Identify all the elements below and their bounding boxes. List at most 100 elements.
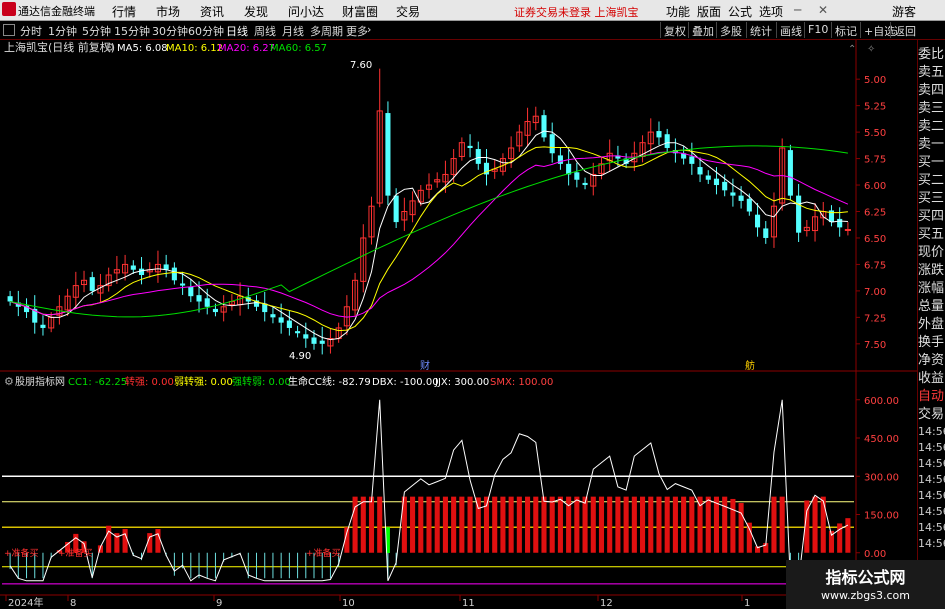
diejia-button[interactable]: 叠加 [688,22,717,38]
menu-zixun[interactable]: 资讯 [200,3,224,20]
chevron-up-icon[interactable]: ⌃ [848,44,856,55]
menu-gongneng[interactable]: 功能 [666,3,690,20]
price-label: 现价 [918,245,945,260]
cc-bar-positive [730,498,736,553]
login-warning[interactable]: 证券交易未登录 上海凯宝 [514,4,639,20]
cc-bar-positive [377,496,383,553]
candle-up [844,228,851,231]
tick-time: 14:56 [918,537,945,550]
kline-chart[interactable]: 上海凯宝(日线 前复权) ⚙ MA5: 6.08 MA10: 6.12 MA20… [0,40,917,609]
ma5-label: MA5: 6.08 [117,43,168,54]
chevron-right-icon[interactable]: › [367,23,371,36]
tab-30min[interactable]: 30分钟 [152,23,188,39]
close-icon[interactable]: ✕ [818,3,828,17]
menu-hangqing[interactable]: 行情 [112,3,136,20]
main-y-tick-label: 6.25 [864,208,886,219]
tongji-button[interactable]: 统计 [746,22,775,38]
indicator-name: 股朋指标网 [15,375,65,388]
cc-bar-positive [549,496,555,553]
main-y-tick-label: 5.75 [864,155,886,166]
huaxian-button[interactable]: 画线 [776,22,805,38]
menu-jiaoyi[interactable]: 交易 [396,3,420,20]
menu-faxian[interactable]: 发现 [244,3,268,20]
f10-button[interactable]: F10 [804,22,831,38]
candle-down [837,218,843,228]
tab-1min[interactable]: 1分钟 [48,23,77,39]
candle-down [467,145,473,148]
candle-down [311,337,317,344]
ind-y-tick-label: 0.00 [864,549,886,560]
shengming-label: 生命CC线: -82.79 [288,375,371,388]
candle-down [385,113,391,196]
candle-down [656,131,662,138]
candle-down [746,198,752,212]
candle-down [89,277,95,291]
cc-bar-positive [681,496,687,553]
event-marker[interactable]: 舫 [745,359,755,372]
tab-fenshi[interactable]: 分时 [20,23,42,39]
candle-down [730,192,736,196]
main-y-tick-label: 7.50 [864,340,886,351]
fuquan-button[interactable]: 复权 [660,22,689,38]
tab-15min[interactable]: 15分钟 [114,23,150,39]
candle-down [130,265,136,270]
watermark-logo: 指标公式网 www.zbgs3.com [786,560,945,609]
cc-bar-positive [738,503,744,553]
cc-bar-positive [623,496,629,553]
menu-caifuquan[interactable]: 财富圈 [342,3,378,20]
menu-wenxiaoda[interactable]: 问小达 [288,3,324,20]
stock-title: 上海凯宝(日线 前复权) [4,40,115,54]
cc-bar-positive [557,496,563,553]
candle-down [278,317,284,323]
tab-month[interactable]: 月线 [282,23,304,39]
menu-shichang[interactable]: 市场 [156,3,180,20]
tick-time: 14:56 [918,425,945,438]
tick-time: 14:56 [918,457,945,470]
tab-60min[interactable]: 60分钟 [188,23,224,39]
tab-more[interactable]: 更多 [346,23,368,39]
cc-bar-positive [640,496,646,553]
biaoji-button[interactable]: 标记 [831,22,860,38]
trade-label[interactable]: 交易 [918,406,945,424]
panel-toggle-icon[interactable] [3,24,15,36]
tab-multi[interactable]: 多周期 [310,23,343,39]
ma60-line [10,145,848,318]
candle-down [541,115,547,138]
chart-settings-icon[interactable]: ✧ [867,44,875,55]
candle-down [713,178,720,186]
x-tick-label: 2024年 [8,596,43,609]
cc-bar-positive [574,496,580,553]
guest-label[interactable]: 游客 [892,3,916,20]
buy3-label: 买三 [918,191,945,206]
minimize-icon[interactable]: ─ [794,3,801,17]
main-y-tick-label: 5.00 [864,75,886,86]
indicator-gear-icon[interactable]: ⚙ [4,375,14,388]
candle-down [582,182,588,186]
tab-week[interactable]: 周线 [254,23,276,39]
financial-report-marker[interactable]: 财 [420,359,430,372]
tab-day[interactable]: 日线 [226,23,248,39]
cc-bar-positive [492,496,498,553]
cc-bar-positive [631,496,637,553]
auto-label[interactable]: 自动 [918,388,945,406]
ind-y-tick-label: 150.00 [864,511,899,522]
x-tick-label: 10 [342,598,355,609]
candle-down [787,150,793,196]
buy2-label: 买二 [918,173,945,188]
smx-label: SMX: 100.00 [490,377,553,388]
menu-gongshi[interactable]: 公式 [728,3,752,20]
candle-down [664,134,670,148]
cc-bar-positive [467,496,473,553]
cc-bar-positive [837,523,843,553]
ind-y-tick-label: 600.00 [864,396,899,407]
settings-gear-icon[interactable]: ⚙ [105,41,115,54]
cc1-label: CC1: -62.25 [68,377,127,388]
cc-bar-positive [508,496,514,553]
candle-down [204,298,210,307]
duogu-button[interactable]: 多股 [716,22,745,38]
menu-xuanxiang[interactable]: 选项 [759,3,783,20]
menu-banmian[interactable]: 版面 [697,3,721,20]
prepare-buy-label-2: +准备买 [58,547,93,559]
tab-5min[interactable]: 5分钟 [82,23,111,39]
back-button[interactable]: 返回 [890,22,919,38]
